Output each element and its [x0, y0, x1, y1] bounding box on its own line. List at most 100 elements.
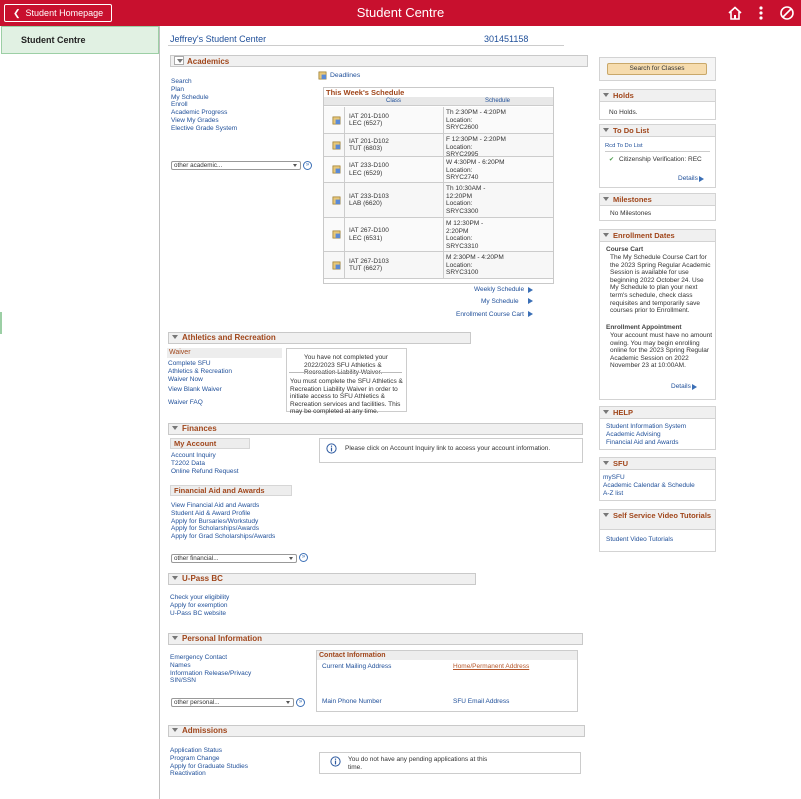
link-names[interactable]: Names [170, 662, 251, 670]
other-academic-select[interactable]: other academic... [171, 161, 301, 170]
class-calendar-icon[interactable] [332, 230, 341, 239]
link-check-eligibility[interactable]: Check your eligibility [170, 594, 229, 602]
link-account-inquiry[interactable]: Account Inquiry [171, 452, 239, 460]
class-calendar-icon[interactable] [332, 196, 341, 205]
link-program-change[interactable]: Program Change [170, 755, 248, 763]
link-waiver-now[interactable]: Waiver Now [168, 376, 232, 384]
class-calendar-icon[interactable] [332, 116, 341, 125]
link-academic-progress[interactable]: Academic Progress [171, 109, 237, 117]
weekly-schedule-link[interactable]: Weekly Schedule [474, 286, 524, 293]
more-options-icon[interactable] [753, 5, 769, 21]
aid-links: View Financial Aid and Awards Student Ai… [171, 502, 275, 541]
link-sin-ssn[interactable]: SIN/SSN [170, 677, 251, 685]
collapse-triangle-icon [603, 93, 609, 97]
collapse-toggle-icon[interactable] [174, 56, 184, 65]
link-complete-sfu[interactable]: Complete SFU [168, 360, 232, 368]
link-apply-grad-scholarships[interactable]: Apply for Grad Scholarships/Awards [171, 533, 275, 541]
athletics-section-header[interactable]: Athletics and Recreation [168, 332, 471, 344]
link-mysfu[interactable]: mySFU [603, 474, 695, 482]
link-enroll[interactable]: Enroll [171, 101, 237, 109]
link-emergency-contact[interactable]: Emergency Contact [170, 654, 251, 662]
link-plan[interactable]: Plan [171, 86, 237, 94]
help-header[interactable]: HELP [600, 407, 715, 419]
class-calendar-icon[interactable] [332, 165, 341, 174]
my-schedule-link[interactable]: My Schedule [481, 298, 519, 305]
go-arrow-icon[interactable]: » [299, 553, 308, 562]
schedule-time: Th 10:30AM -12:20PM Location: SRYC3300 [446, 185, 485, 215]
class-code: IAT 233-D103 [349, 192, 389, 200]
link-information-release[interactable]: Information Release/Privacy [170, 670, 251, 678]
view-blank-waiver-link[interactable]: View Blank Waiver [168, 386, 222, 394]
link-student-aid-profile[interactable]: Student Aid & Award Profile [171, 510, 275, 518]
link-online-refund[interactable]: Online Refund Request [171, 468, 239, 476]
class-calendar-icon[interactable] [332, 261, 341, 270]
student-homepage-button[interactable]: ❮ Student Homepage [4, 4, 113, 22]
upass-links: Check your eligibility Apply for exempti… [170, 594, 229, 617]
waiver-faq-link[interactable]: Waiver FAQ [168, 399, 203, 407]
link-academic-advising[interactable]: Academic Advising [606, 431, 686, 439]
enrollment-cart-link[interactable]: Enrollment Course Cart [456, 311, 524, 318]
enrollment-dates-header[interactable]: Enrollment Dates [600, 230, 715, 242]
schedule-line: Location: [446, 143, 473, 151]
link-upass-website[interactable]: U-Pass BC website [170, 610, 229, 618]
collapse-triangle-icon [603, 233, 609, 237]
check-icon: ✔ [609, 157, 615, 163]
col-schedule: Schedule [485, 98, 511, 104]
sfu-email-link[interactable]: SFU Email Address [453, 698, 509, 706]
link-reactivation[interactable]: Reactivation [170, 770, 248, 778]
link-financial-aid-awards[interactable]: Financial Aid and Awards [606, 439, 686, 447]
student-video-tutorials-link[interactable]: Student Video Tutorials [606, 536, 673, 544]
other-financial-select[interactable]: other financial... [171, 554, 297, 563]
personal-section-header[interactable]: Personal Information [168, 633, 583, 645]
link-view-my-grades[interactable]: View My Grades [171, 117, 237, 125]
go-arrow-icon[interactable]: » [303, 161, 312, 170]
link-student-info-system[interactable]: Student Information System [606, 423, 686, 431]
schedule-row-divider [344, 218, 345, 252]
link-apply-exemption[interactable]: Apply for exemption [170, 602, 229, 610]
milestones-header[interactable]: Milestones [600, 194, 715, 206]
schedule-line: SRYC2600 [446, 124, 479, 132]
link-search[interactable]: Search [171, 78, 237, 86]
link-t2202-data[interactable]: T2202 Data [171, 460, 239, 468]
finances-section-header[interactable]: Finances [168, 423, 583, 435]
video-tutorials-header[interactable]: Self Service Video Tutorials [600, 510, 715, 530]
upass-section-header[interactable]: U-Pass BC [168, 573, 476, 585]
home-permanent-address-link[interactable]: Home/Permanent Address [453, 663, 529, 671]
enrollment-details-link[interactable]: Details [671, 383, 691, 391]
other-personal-select[interactable]: other personal... [171, 698, 294, 707]
academics-section-header[interactable]: Academics [170, 55, 588, 67]
enrollment-dates-title: Enrollment Dates [613, 231, 675, 240]
current-mailing-address-link[interactable]: Current Mailing Address [322, 663, 391, 671]
todo-details-link[interactable]: Details [678, 175, 698, 183]
link-apply-scholarships[interactable]: Apply for Scholarships/Awards [171, 525, 275, 533]
go-arrow-icon[interactable]: » [296, 698, 305, 707]
sfu-header[interactable]: SFU [600, 458, 715, 470]
link-apply-graduate[interactable]: Apply for Graduate Studies [170, 763, 248, 771]
collapse-triangle-icon [603, 197, 609, 201]
todo-header[interactable]: To Do List [600, 125, 715, 137]
link-elective-grade-system[interactable]: Elective Grade System [171, 125, 237, 133]
financial-aid-subheader: Financial Aid and Awards [170, 485, 292, 496]
link-athletics-recreation[interactable]: Athletics & Recreation [168, 368, 232, 376]
academics-links: Search Plan My Schedule Enroll Academic … [171, 78, 237, 133]
deadlines-link[interactable]: Deadlines [330, 72, 360, 79]
sidebar-item-student-centre[interactable]: Student Centre [1, 26, 159, 54]
link-a-z-list[interactable]: A-Z list [603, 490, 695, 498]
search-for-classes-button[interactable]: Search for Classes [607, 63, 707, 75]
link-view-financial-aid[interactable]: View Financial Aid and Awards [171, 502, 275, 510]
home-icon[interactable] [727, 5, 743, 21]
link-my-schedule[interactable]: My Schedule [171, 94, 237, 102]
link-academic-calendar[interactable]: Academic Calendar & Schedule [603, 482, 695, 490]
schedule-row-divider [344, 183, 345, 218]
schedule-line: Location: [446, 166, 473, 174]
link-application-status[interactable]: Application Status [170, 747, 248, 755]
link-apply-bursaries[interactable]: Apply for Bursaries/Workstudy [171, 518, 275, 526]
main-phone-link[interactable]: Main Phone Number [322, 698, 382, 706]
admissions-section-header[interactable]: Admissions [168, 725, 585, 737]
schedule-line: W 4:30PM - 6:20PM [446, 159, 505, 166]
class-calendar-icon[interactable] [332, 141, 341, 150]
holds-header[interactable]: Holds [600, 90, 715, 102]
class-code: IAT 201-D100 [349, 112, 389, 120]
nav-bar-icon[interactable] [779, 5, 795, 21]
schedule-header-row [324, 97, 553, 106]
